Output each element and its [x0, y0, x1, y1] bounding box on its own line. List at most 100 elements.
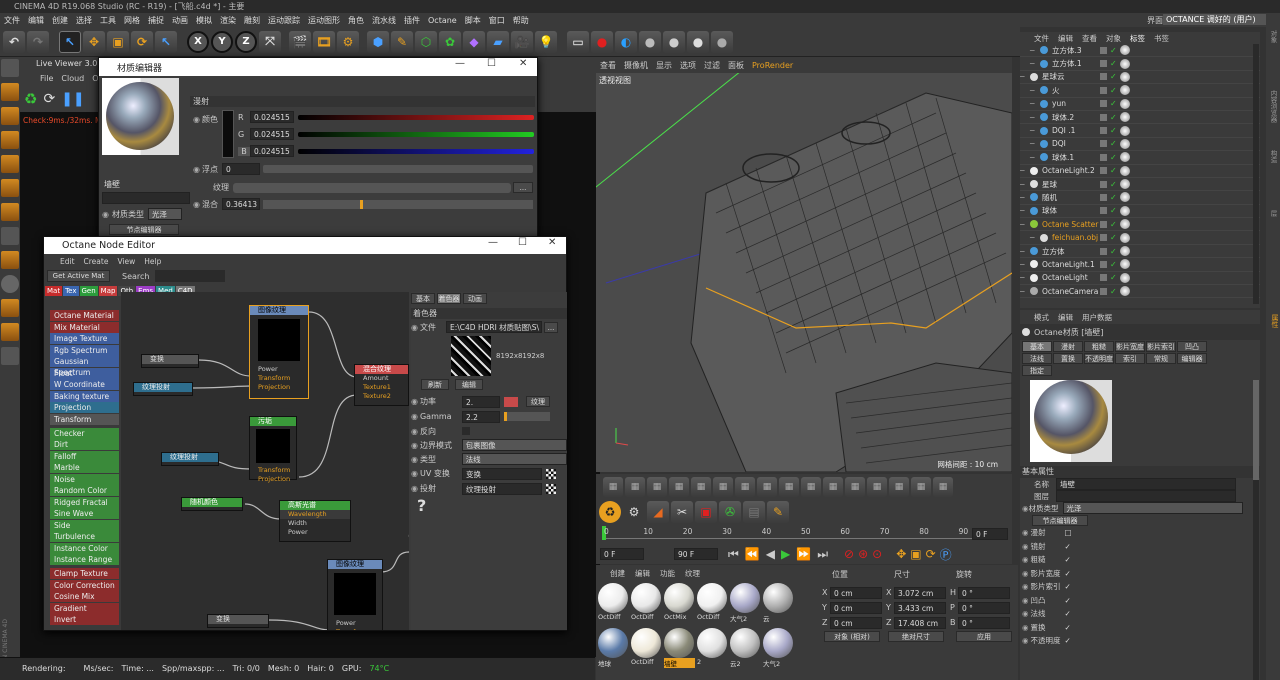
material-tag-icon[interactable]	[1119, 152, 1130, 163]
position-field[interactable]: 0 cm	[830, 586, 882, 599]
menu-item[interactable]: 创建	[52, 15, 68, 26]
menu-item[interactable]: 窗口	[489, 15, 505, 26]
octane-portal-icon[interactable]: ●	[711, 30, 733, 53]
expand-icon[interactable]: ─	[1030, 139, 1040, 148]
snap-tool-icon[interactable]: ▦	[889, 477, 909, 497]
ne-menu-item[interactable]: Create	[84, 257, 109, 266]
object-name[interactable]: 随机	[1042, 192, 1102, 203]
octane-env-icon[interactable]: ▤	[743, 501, 765, 523]
node-dirt[interactable]: 污垢 Transform Projection	[249, 416, 297, 483]
material-tag-icon[interactable]	[1119, 286, 1130, 297]
radio-icon[interactable]: ◉	[411, 469, 418, 478]
channel-checkbox[interactable]: ✓	[1065, 596, 1071, 605]
octane-glossy-icon[interactable]: ●	[639, 30, 661, 53]
node-type-item[interactable]: Sine Wave	[50, 508, 119, 519]
material-thumbnail[interactable]: OctMix	[664, 583, 695, 627]
node-type-item[interactable]: Transform	[50, 413, 119, 425]
radio-icon[interactable]: ◉	[411, 427, 418, 436]
attr-tab[interactable]: 索引	[1115, 352, 1145, 364]
radio-icon[interactable]: ◉	[411, 412, 418, 421]
render-picture-icon[interactable]: 🎞	[313, 30, 335, 53]
object-name[interactable]: 星球云	[1042, 71, 1102, 82]
rotation-field[interactable]: 0 °	[958, 586, 1010, 599]
viewport-menu-item[interactable]: 面板	[728, 60, 744, 71]
texture-browse-button[interactable]: ...	[513, 182, 533, 193]
snap-tool-icon[interactable]: ▦	[867, 477, 887, 497]
object-name[interactable]: 球体.1	[1052, 152, 1102, 163]
port-projection[interactable]: Projection	[250, 383, 308, 392]
material-tag-icon[interactable]	[1119, 246, 1130, 257]
layer-swatch[interactable]	[1100, 167, 1107, 175]
expand-icon[interactable]: ─	[1020, 72, 1030, 81]
max-frame[interactable]: 90 F	[674, 548, 718, 560]
projection-field[interactable]: 纹理投射	[461, 482, 542, 495]
file-path[interactable]: E:\C4D HDRI 材质贴图\S\	[445, 321, 542, 333]
attr-tab[interactable]: 法线	[1022, 352, 1052, 364]
play-icon[interactable]: ▶	[781, 547, 790, 561]
object-name[interactable]: 星球	[1042, 179, 1102, 190]
color-swatch[interactable]	[222, 110, 234, 158]
g-slider[interactable]	[298, 131, 534, 137]
goto-start-icon[interactable]: ⏮	[728, 547, 739, 562]
node-type-item[interactable]: Image Texture	[50, 333, 119, 344]
channel-checkbox[interactable]: ✓	[1065, 636, 1071, 645]
size-field[interactable]: 3.072 cm	[894, 586, 946, 599]
object-row[interactable]: ─ 星球 ✓	[1020, 178, 1260, 192]
float-slider[interactable]	[262, 165, 533, 173]
object-name[interactable]: 火	[1052, 85, 1102, 96]
node-projection-2[interactable]: 纹理投射	[161, 452, 219, 466]
r-value[interactable]: 0.024515	[250, 111, 294, 123]
play-reverse-icon[interactable]: ◀	[766, 547, 775, 561]
material-tag-icon[interactable]	[1119, 179, 1130, 190]
octane-live-viewer-icon[interactable]: ▭	[567, 30, 589, 53]
redo-icon[interactable]: ↷	[27, 30, 49, 53]
texture-mode-icon[interactable]	[1, 107, 19, 125]
side-tab[interactable]: 构造	[1266, 147, 1280, 207]
object-row[interactable]: ─ 球体.1 ✓	[1020, 151, 1260, 165]
menu-item[interactable]: 帮助	[513, 15, 529, 26]
octane-pen-icon[interactable]: ✎	[767, 501, 789, 523]
prev-key-icon[interactable]: ⏪	[745, 547, 760, 561]
object-row[interactable]: ─ Octane Scatter ✓	[1020, 218, 1260, 232]
layer-swatch[interactable]	[1100, 100, 1107, 108]
port-transform[interactable]: Transform	[328, 628, 382, 630]
inspector-tab[interactable]: 基本	[411, 293, 435, 304]
check-icon[interactable]: ✓	[1110, 220, 1117, 229]
radio-icon[interactable]: ◉	[193, 165, 200, 174]
node-transform-2[interactable]: 变换	[207, 614, 269, 628]
layer-swatch[interactable]	[1100, 193, 1107, 201]
object-row[interactable]: ─ 火 ✓	[1020, 84, 1260, 98]
node-type-item[interactable]: Clamp Texture	[50, 568, 119, 579]
menu-item[interactable]: 渲染	[220, 15, 236, 26]
ne-menu-item[interactable]: Edit	[60, 257, 75, 266]
expand-icon[interactable]: ─	[1020, 273, 1030, 282]
radio-icon[interactable]: ◉	[102, 210, 109, 219]
viewport-menu-item[interactable]: 过滤	[704, 60, 720, 71]
type-select[interactable]: 法线	[461, 453, 567, 465]
octane-specular-icon[interactable]: ●	[663, 30, 685, 53]
node-type-item[interactable]: Mix Material	[50, 321, 119, 333]
channel-checkbox[interactable]: ✓	[1065, 623, 1071, 632]
timeline-end-frame[interactable]: 0 F	[972, 528, 1008, 540]
object-row[interactable]: ─ 立方体 ✓	[1020, 245, 1260, 259]
node-canvas[interactable]: 图像纹理 Power Transform Projection 变换 纹理投射 …	[121, 292, 409, 630]
expand-icon[interactable]: ─	[1030, 233, 1040, 242]
lv-recycle-icon[interactable]: ♻	[24, 90, 37, 108]
timeline[interactable]: 0 10 20 30 40 50 60 70 80 90 0 F	[596, 524, 1012, 544]
r-slider[interactable]	[298, 114, 534, 120]
polygons-mode-icon[interactable]	[1, 203, 19, 221]
material-thumbnail[interactable]: OctDiff	[697, 583, 728, 627]
node-transform-1[interactable]: 变换	[141, 354, 199, 368]
node-type-item[interactable]: W Coordinate	[50, 379, 119, 390]
snap-tool-icon[interactable]: ▦	[669, 477, 689, 497]
snap-tool-icon[interactable]: ▦	[713, 477, 733, 497]
check-icon[interactable]: ✓	[1110, 113, 1117, 122]
radio-icon[interactable]: ◉	[193, 200, 200, 209]
object-name[interactable]: OctaneCamera	[1042, 287, 1102, 296]
layer-swatch[interactable]	[1100, 153, 1107, 161]
check-icon[interactable]: ✓	[1110, 99, 1117, 108]
object-name[interactable]: 球体.2	[1052, 112, 1102, 123]
material-thumbnail[interactable]: 2	[697, 628, 728, 672]
mat-name-field[interactable]	[102, 192, 190, 204]
port-power[interactable]: Power	[280, 528, 350, 537]
